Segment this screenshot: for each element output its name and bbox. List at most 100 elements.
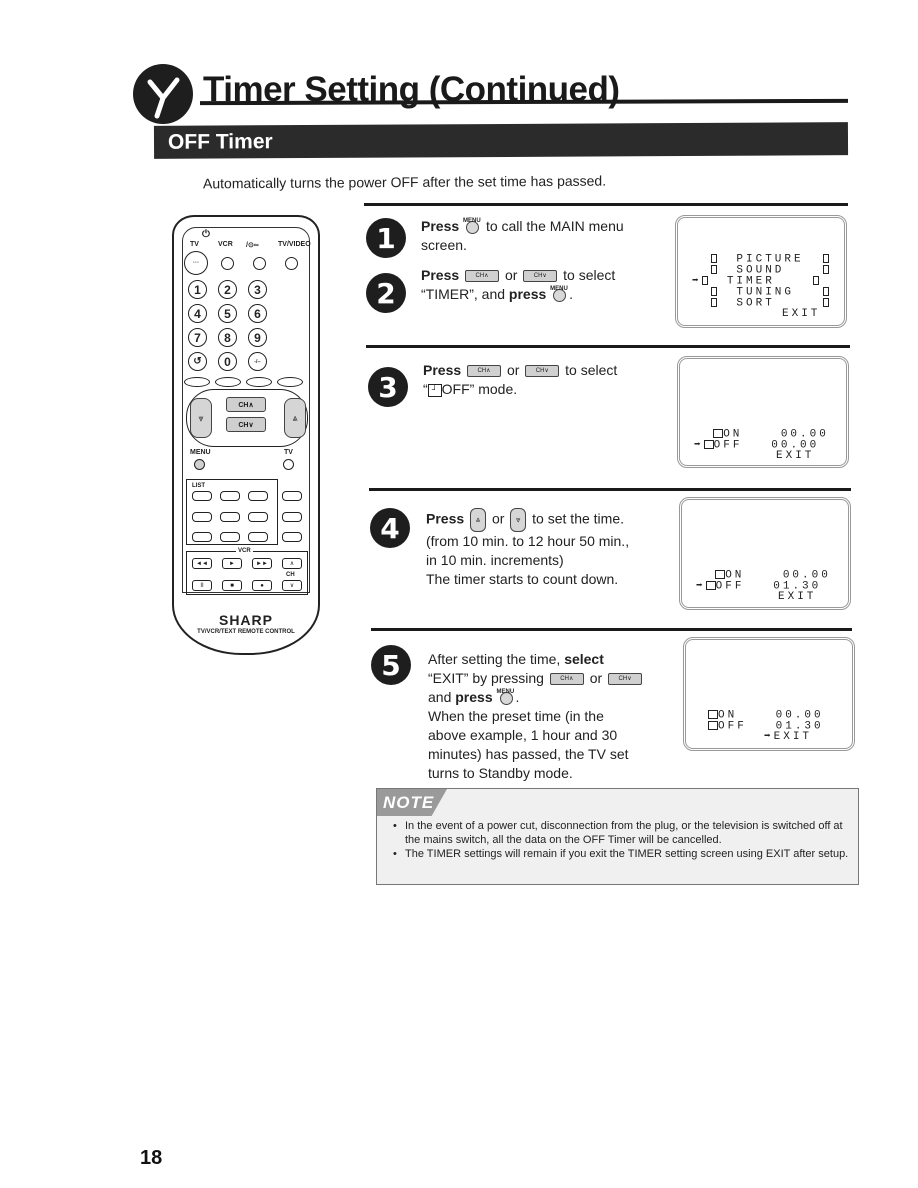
- remote-vcr-label: VCR: [236, 548, 253, 554]
- remote-label-vcr: VCR: [218, 241, 233, 248]
- remote-tv-label: TV: [284, 449, 293, 456]
- intro-text: Automatically turns the power OFF after …: [202, 172, 607, 192]
- menu-row-exit: EXIT: [782, 308, 821, 320]
- section-title: OFF Timer: [167, 130, 273, 154]
- remote-menu-button: [194, 459, 205, 470]
- timer-row-exit: EXIT: [778, 591, 817, 603]
- remote-key: [248, 491, 268, 501]
- step-divider: [371, 628, 852, 631]
- remote-num-9: 9: [248, 328, 267, 347]
- volume-up-button-icon: ⩓: [470, 508, 487, 532]
- remote-flashback-button: ↺: [188, 352, 207, 371]
- step-number-2: 2: [366, 273, 406, 313]
- remote-text-button: [253, 257, 266, 270]
- brand-subtitle: TV/VCR/TEXT REMOTE CONTROL: [197, 629, 295, 635]
- remote-stop: ■: [222, 580, 242, 591]
- remote-key: [248, 512, 268, 522]
- step-number-1: 1: [366, 218, 406, 258]
- step-4-text: Press ⩓ or ⩔ to set the time. (from 10 m…: [426, 508, 666, 589]
- remote-num-0: 0: [218, 352, 237, 371]
- ch-down-button-icon: CH∨: [608, 673, 643, 686]
- remote-ch-down-small: ∨: [282, 580, 302, 591]
- step-divider: [366, 345, 850, 348]
- remote-key: [282, 491, 302, 501]
- remote-volume-up: ⩓: [284, 398, 306, 438]
- remote-volume-down: ⩔: [190, 398, 212, 438]
- remote-num-3: 3: [248, 280, 267, 299]
- remote-ch-down: CH∨: [226, 417, 266, 432]
- remote-key: [248, 532, 268, 542]
- remote-control-illustration: ⏻ TV VCR /⊙∞ TV/VIDEO ◦◦◦ 1 2 3 4 5 6 7 …: [172, 215, 320, 655]
- remote-key: [220, 532, 240, 542]
- remote-num-1: 1: [188, 280, 207, 299]
- menu-button-icon: MENU: [550, 286, 568, 302]
- remote-digit-button: -/--: [248, 352, 267, 371]
- remote-key: [192, 512, 212, 522]
- step-divider: [369, 488, 851, 491]
- remote-ch-up-small: ∧: [282, 558, 302, 569]
- step-number-5: 5: [371, 645, 411, 685]
- tv-screen-timer-step3: ON 00.00 ➡ OFF 00.00 EXIT: [677, 356, 849, 468]
- tv-screen-main-menu: PICTURE SOUND ➡ TIMER TUNING SORT EXIT: [675, 215, 847, 328]
- remote-ch-up: CH∧: [226, 397, 266, 412]
- remote-color-button-yellow: [246, 377, 272, 387]
- tv-screen-timer-step5: ON 00.00 OFF 01.30 ➡EXIT: [683, 637, 855, 751]
- ch-up-button-icon: CH∧: [465, 270, 500, 283]
- step-3-text: Press CH∧ or CH∨ to select “┘ OFF” mode.: [423, 362, 618, 397]
- step-number-4: 4: [370, 508, 410, 548]
- note-item: In the event of a power cut, disconnecti…: [393, 819, 850, 847]
- power-symbol: ⏻: [202, 229, 210, 240]
- step-number-3: 3: [368, 367, 408, 407]
- remote-play: ►: [222, 558, 242, 569]
- remote-num-8: 8: [218, 328, 237, 347]
- timer-row-exit: EXIT: [776, 450, 815, 462]
- step-divider: [364, 203, 848, 206]
- remote-label-tv: TV: [190, 241, 199, 248]
- tv-screen-timer-step4: ON 00.00 ➡ OFF 01.30 EXIT: [679, 497, 851, 610]
- brand-logo: SHARP: [218, 612, 273, 628]
- remote-label-text: /⊙∞: [246, 242, 259, 249]
- remote-color-button-red: [184, 377, 210, 387]
- ch-up-button-icon: CH∧: [549, 673, 584, 686]
- step-5-text: After setting the time, select “EXIT” by…: [428, 650, 668, 783]
- volume-down-button-icon: ⩔: [510, 508, 527, 532]
- ch-down-button-icon: CH∨: [525, 365, 560, 378]
- remote-key: [220, 491, 240, 501]
- off-timer-icon: ┘: [427, 383, 442, 397]
- note-box: NOTE In the event of a power cut, discon…: [376, 788, 859, 885]
- step-2-text: Press CH∧ or CH∨ to select “TIMER”, and …: [421, 267, 616, 302]
- remote-num-6: 6: [248, 304, 267, 323]
- remote-color-button-green: [215, 377, 241, 387]
- remote-key: [192, 532, 212, 542]
- remote-list-label: LIST: [192, 483, 205, 489]
- remote-label-tvvideo: TV/VIDEO: [278, 241, 311, 248]
- remote-menu-label: MENU: [190, 449, 211, 456]
- remote-rewind: ◄◄: [192, 558, 212, 569]
- remote-key: [282, 532, 302, 542]
- step-1-text: Press MENU to call the MAIN menu screen.: [421, 217, 624, 253]
- remote-key: [192, 491, 212, 501]
- timer-row-exit: ➡EXIT: [764, 731, 813, 743]
- page-number: 18: [140, 1147, 163, 1169]
- menu-button-icon: MENU: [463, 218, 481, 234]
- remote-num-7: 7: [188, 328, 207, 347]
- menu-button-icon: MENU: [497, 689, 514, 705]
- press-label: Press: [421, 218, 460, 234]
- note-list: In the event of a power cut, disconnecti…: [393, 819, 850, 861]
- remote-power-button: ◦◦◦: [184, 251, 208, 275]
- remote-vcr-button: [221, 257, 234, 270]
- note-tag: NOTE: [377, 789, 447, 816]
- remote-ffwd: ►►: [252, 558, 272, 569]
- remote-key: [220, 512, 240, 522]
- remote-ch-small-label: CH: [286, 572, 295, 578]
- remote-color-button-blue: [277, 377, 303, 387]
- ch-up-button-icon: CH∧: [467, 365, 502, 378]
- clock-y-icon: [133, 64, 193, 124]
- remote-num-4: 4: [188, 304, 207, 323]
- remote-tvvideo-button: [285, 257, 298, 270]
- note-item: The TIMER settings will remain if you ex…: [393, 847, 850, 861]
- remote-num-2: 2: [218, 280, 237, 299]
- remote-record: ●: [252, 580, 272, 591]
- remote-pause: II: [192, 580, 212, 591]
- remote-tv-button: [283, 459, 294, 470]
